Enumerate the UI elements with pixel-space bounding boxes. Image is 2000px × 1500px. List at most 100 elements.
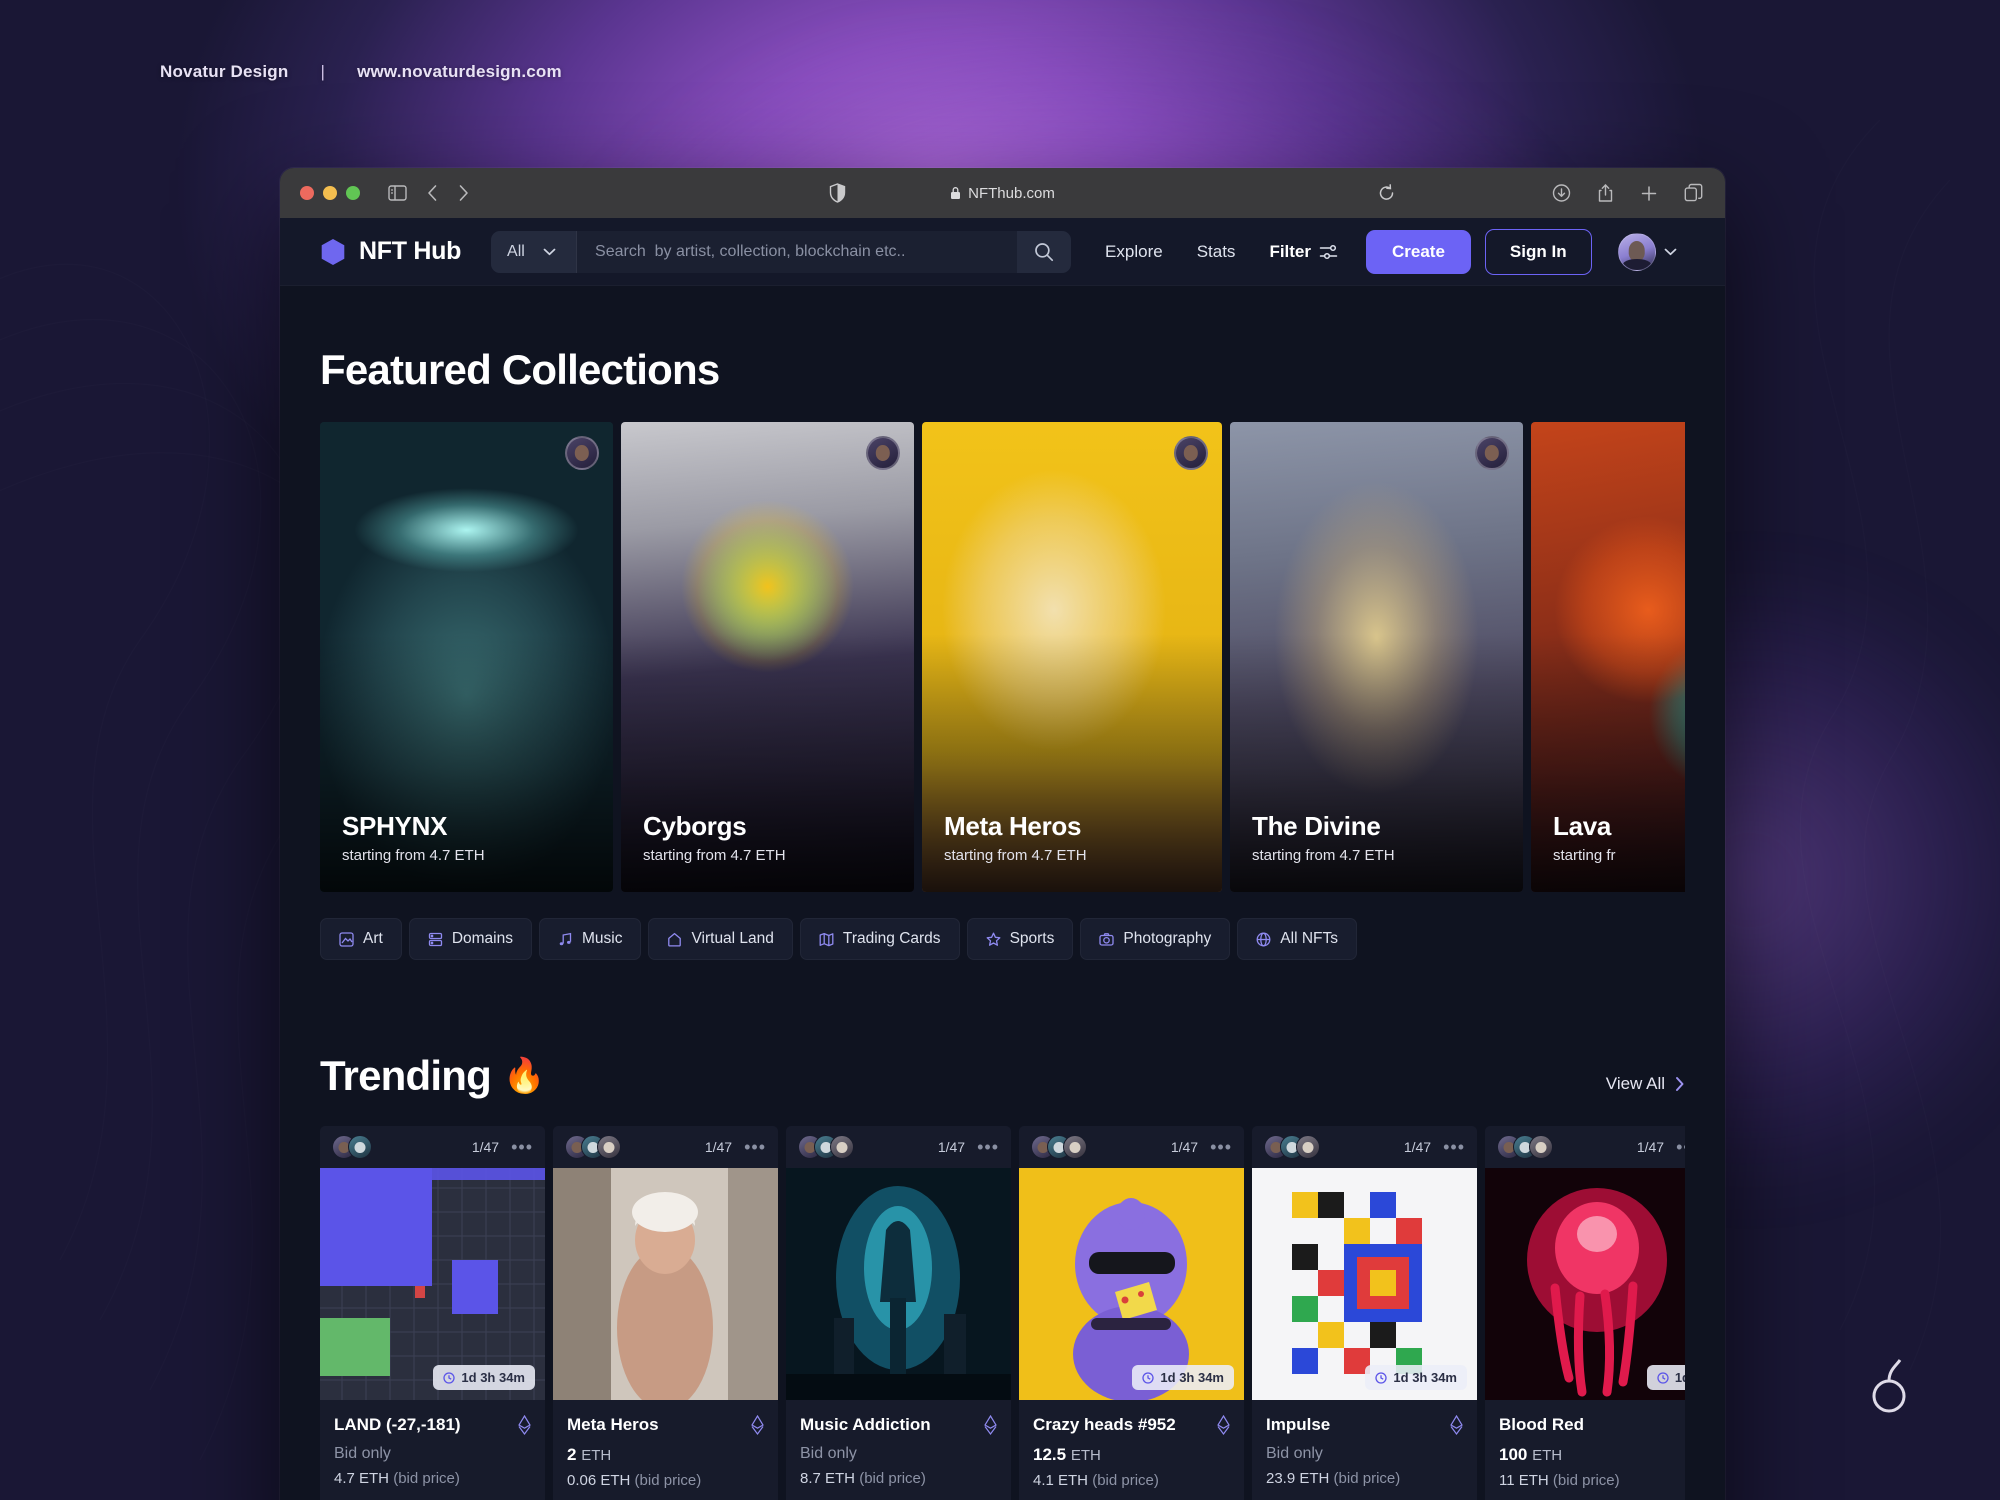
featured-title: Featured Collections	[320, 346, 1685, 394]
trending-artwork	[786, 1168, 1011, 1400]
trending-card[interactable]: 1/47 •••	[553, 1126, 778, 1500]
address-bar[interactable]: NFThub.com	[950, 185, 1055, 202]
collection-avatar	[1174, 436, 1208, 470]
clock-icon	[1657, 1372, 1669, 1384]
category-chip-sports[interactable]: Sports	[967, 918, 1074, 960]
card-menu-icon[interactable]: •••	[511, 1137, 533, 1158]
nft-bid-line: 0.06 ETH (bid price)	[567, 1472, 764, 1489]
category-chip-music[interactable]: Music	[539, 918, 641, 960]
bid-suffix: (bid price)	[1092, 1472, 1159, 1489]
filter-label: Filter	[1269, 242, 1311, 262]
trending-card[interactable]: 1/47 •••	[1019, 1126, 1244, 1500]
category-chip-trading-cards[interactable]: Trading Cards	[800, 918, 960, 960]
nft-name: Meta Heros	[567, 1415, 659, 1435]
card-menu-icon[interactable]: •••	[1210, 1137, 1232, 1158]
edition-count: 1/47	[1404, 1139, 1431, 1155]
zoom-window-button[interactable]	[346, 186, 360, 200]
card-menu-icon[interactable]: •••	[1676, 1137, 1685, 1158]
category-chip-domains[interactable]: Domains	[409, 918, 532, 960]
trending-card[interactable]: 1/47 •••	[786, 1126, 1011, 1500]
category-chip-photography[interactable]: Photography	[1080, 918, 1230, 960]
collection-card[interactable]: Lava starting fr	[1531, 422, 1685, 892]
new-tab-icon[interactable]	[1640, 184, 1658, 202]
trending-card-header: 1/47 •••	[1252, 1126, 1477, 1168]
camera-icon	[1099, 932, 1114, 947]
credit-brand: Novatur Design	[160, 62, 288, 82]
category-label: Photography	[1123, 930, 1211, 948]
share-icon[interactable]	[1597, 184, 1614, 203]
bid-suffix: (bid price)	[635, 1472, 702, 1489]
signin-button[interactable]: Sign In	[1485, 229, 1592, 275]
card-menu-icon[interactable]: •••	[977, 1137, 999, 1158]
sidebar-icon[interactable]	[388, 185, 407, 201]
download-icon[interactable]	[1552, 184, 1571, 203]
logo[interactable]: NFT Hub	[320, 237, 461, 266]
category-label: All NFTs	[1280, 930, 1338, 948]
trending-card-body: Music Addiction Bid only 8.7 ETH (bid pr…	[786, 1400, 1011, 1500]
collection-card[interactable]: Cyborgs starting from 4.7 ETH	[621, 422, 914, 892]
search-scope-select[interactable]: All	[491, 231, 577, 273]
bid-amount: 23.9 ETH	[1266, 1470, 1329, 1487]
category-chip-art[interactable]: Art	[320, 918, 402, 960]
nav-link-stats[interactable]: Stats	[1197, 242, 1236, 262]
ethereum-icon	[518, 1415, 531, 1435]
trending-card[interactable]: 1/47 ••• 1d	[1485, 1126, 1685, 1500]
nav-link-filter[interactable]: Filter	[1269, 242, 1338, 262]
owner-avatars	[332, 1135, 372, 1159]
card-menu-icon[interactable]: •••	[1443, 1137, 1465, 1158]
search-input[interactable]	[577, 243, 1017, 261]
collection-title: Meta Heros	[944, 811, 1206, 842]
collection-card[interactable]: Meta Heros starting from 4.7 ETH	[922, 422, 1222, 892]
card-menu-icon[interactable]: •••	[744, 1137, 766, 1158]
collection-card[interactable]: SPHYNX starting from 4.7 ETH	[320, 422, 613, 892]
category-label: Sports	[1010, 930, 1055, 948]
owner-avatars	[798, 1135, 854, 1159]
avatar	[830, 1135, 854, 1159]
collection-info: The Divine starting from 4.7 ETH	[1252, 811, 1507, 864]
price-value: 100	[1499, 1445, 1527, 1464]
back-icon[interactable]	[427, 184, 438, 202]
address-text: NFThub.com	[968, 185, 1055, 202]
shield-icon[interactable]	[829, 183, 846, 203]
nav-link-explore[interactable]: Explore	[1105, 242, 1163, 262]
edition-count: 1/47	[1637, 1139, 1664, 1155]
ethereum-icon	[1450, 1415, 1463, 1435]
chevron-right-icon	[1674, 1076, 1685, 1092]
nft-price: Bid only	[1266, 1445, 1463, 1463]
trending-artwork: 1d	[1485, 1168, 1685, 1400]
collection-info: SPHYNX starting from 4.7 ETH	[342, 811, 597, 864]
category-chip-all-nfts[interactable]: All NFTs	[1237, 918, 1357, 960]
ethereum-icon	[984, 1415, 997, 1435]
search-submit-button[interactable]	[1017, 231, 1071, 273]
trending-card-header: 1/47 •••	[786, 1126, 1011, 1168]
account-menu[interactable]	[1618, 233, 1677, 271]
nft-price: Bid only	[334, 1445, 531, 1463]
ethereum-icon	[751, 1415, 764, 1435]
bid-amount: 8.7 ETH	[800, 1470, 855, 1487]
trending-card-body: Blood Red 100 ETH 11 ETH (bid price)	[1485, 1400, 1685, 1500]
trending-card-body: LAND (-27,-181) Bid only 4.7 ETH (bid pr…	[320, 1400, 545, 1500]
trending-card[interactable]: 1/47 •••	[1252, 1126, 1477, 1500]
edition-count: 1/47	[938, 1139, 965, 1155]
globe-icon	[1256, 932, 1271, 947]
collection-card[interactable]: The Divine starting from 4.7 ETH	[1230, 422, 1523, 892]
reload-icon[interactable]	[1378, 184, 1395, 202]
edition-count: 1/47	[1171, 1139, 1198, 1155]
forward-icon[interactable]	[458, 184, 469, 202]
tabs-icon[interactable]	[1684, 184, 1703, 203]
page-content: Featured Collections SPHYNX starting fro…	[280, 286, 1725, 1500]
view-all-link[interactable]: View All	[1606, 1074, 1685, 1100]
collection-info: Lava starting fr	[1553, 811, 1685, 864]
category-chip-virtual-land[interactable]: Virtual Land	[648, 918, 792, 960]
nft-bid-line: 11 ETH (bid price)	[1499, 1472, 1685, 1489]
trending-card[interactable]: 1/47 •••	[320, 1126, 545, 1500]
auction-timer: 1d 3h 34m	[433, 1365, 535, 1390]
nft-price: 12.5 ETH	[1033, 1445, 1230, 1465]
trending-card-header: 1/47 •••	[1485, 1126, 1685, 1168]
minimize-window-button[interactable]	[323, 186, 337, 200]
search-scope-label: All	[507, 243, 525, 261]
create-button[interactable]: Create	[1366, 230, 1471, 274]
close-window-button[interactable]	[300, 186, 314, 200]
nft-bid-line: 8.7 ETH (bid price)	[800, 1470, 997, 1487]
trending-title-group: Trending 🔥	[320, 1052, 545, 1100]
